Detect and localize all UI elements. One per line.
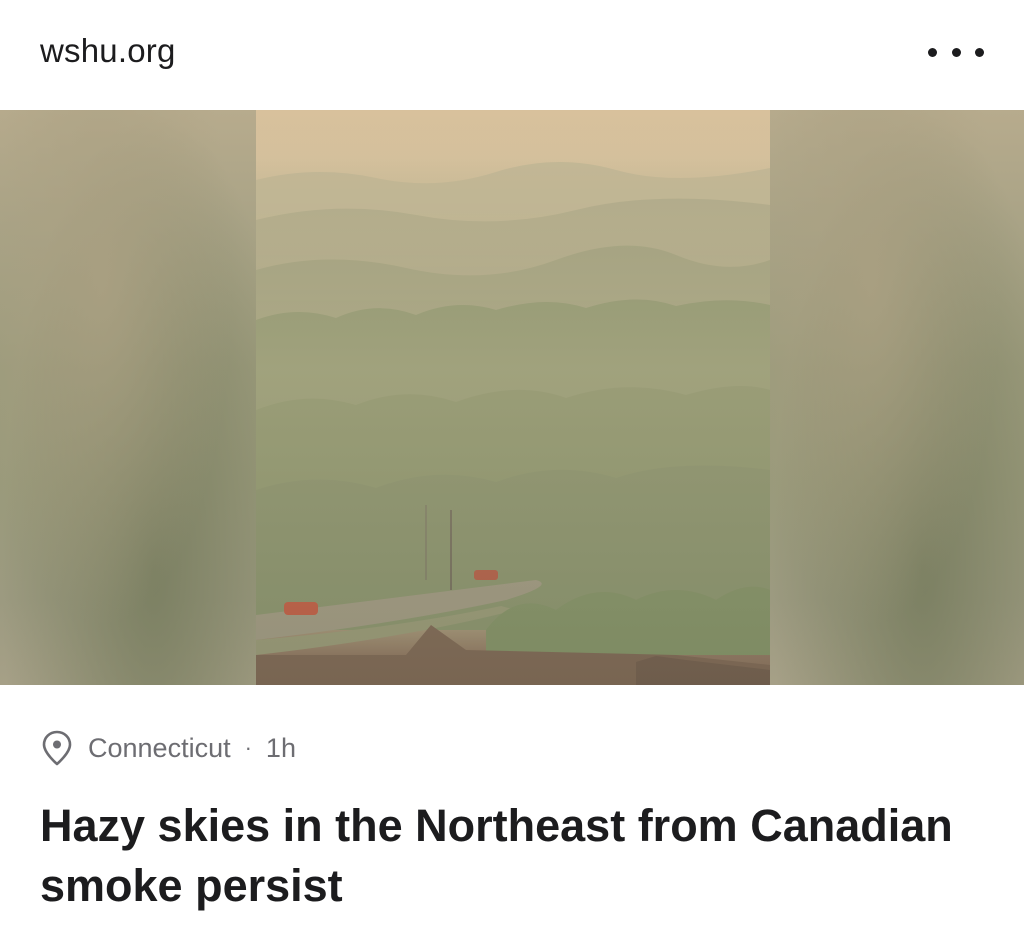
card-header: wshu.org xyxy=(0,0,1024,110)
location-label[interactable]: Connecticut xyxy=(88,733,231,764)
article-photo[interactable] xyxy=(256,110,770,685)
more-options-button[interactable] xyxy=(928,32,984,72)
ellipsis-dot xyxy=(975,47,984,57)
location-pin-icon xyxy=(42,730,72,766)
article-meta-row: Connecticut · 1h xyxy=(40,728,296,768)
article-image-container[interactable] xyxy=(0,110,1024,685)
article-headline[interactable]: Hazy skies in the Northeast from Canadia… xyxy=(40,796,980,916)
meta-separator: · xyxy=(244,735,252,760)
timestamp: 1h xyxy=(265,732,296,763)
image-blur-backdrop-right xyxy=(770,110,1024,685)
ellipsis-horizontal-icon xyxy=(928,47,937,57)
hazy-landscape-illustration xyxy=(256,110,770,685)
ellipsis-dot xyxy=(951,47,961,57)
news-card[interactable]: wshu.org Connecticut · 1h Hazy skies in … xyxy=(0,0,1024,930)
source-name[interactable]: wshu.org xyxy=(40,32,176,70)
image-blur-backdrop-left xyxy=(0,110,256,685)
